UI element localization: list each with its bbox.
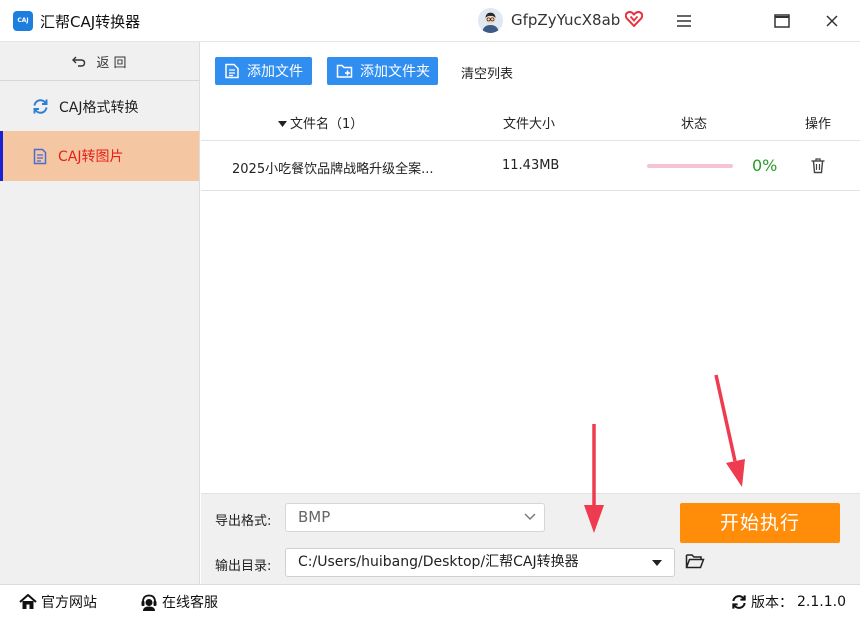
output-dir-select[interactable]: C:/Users/huibang/Desktop/汇帮CAJ转换器 (285, 548, 675, 577)
start-button[interactable]: 开始执行 (680, 503, 840, 543)
sidebar-item-label: CAJ转图片 (58, 149, 124, 165)
delete-icon[interactable] (810, 157, 826, 174)
app-title: 汇帮CAJ转换器 (40, 13, 141, 31)
table-row[interactable]: 2025小吃餐饮品牌战略升级全案... 11.43MB 0% (201, 141, 860, 191)
chevron-down-icon (524, 513, 536, 520)
export-format-value: BMP (298, 508, 331, 526)
back-icon (72, 56, 86, 67)
file-size-cell: 11.43MB (502, 158, 560, 173)
title-bar: CAJ 汇帮CAJ转换器 GfpZyYucX8ab (0, 0, 860, 42)
back-label: 返 回 (96, 55, 127, 71)
caret-down-icon (652, 560, 662, 566)
document-icon (33, 148, 47, 164)
add-file-button[interactable]: 添加文件 (215, 57, 312, 85)
progress-bar (647, 164, 733, 168)
add-folder-label: 添加文件夹 (360, 64, 430, 80)
column-header-size: 文件大小 (503, 117, 556, 132)
clear-list-button[interactable]: 清空列表 (461, 63, 513, 82)
customer-service-icon (141, 594, 157, 611)
app-logo: CAJ (13, 11, 33, 31)
add-folder-button[interactable]: 添加文件夹 (327, 57, 438, 85)
sidebar: 返 回 CAJ格式转换 CAJ转图片 (0, 42, 200, 584)
add-file-icon (225, 63, 239, 79)
arrow-to-start-button (714, 374, 737, 462)
settings-panel: 导出格式: BMP 输出目录: C:/Users/huibang/Desktop… (201, 493, 860, 584)
home-icon (19, 594, 37, 609)
version-label: 版本： (751, 595, 793, 611)
open-folder-icon[interactable] (685, 553, 705, 569)
refresh-icon (33, 99, 48, 114)
output-dir-label: 输出目录: (215, 559, 272, 574)
column-header-name[interactable]: 文件名（1） (278, 113, 363, 132)
menu-icon[interactable] (673, 10, 695, 32)
sort-down-icon (278, 121, 287, 127)
online-service-link[interactable]: 在线客服 (140, 592, 218, 612)
back-button[interactable]: 返 回 (0, 42, 199, 81)
progress-percent: 0% (752, 156, 778, 175)
add-file-label: 添加文件 (247, 64, 303, 80)
export-format-select[interactable]: BMP (285, 503, 545, 532)
sidebar-item-caj-format-convert[interactable]: CAJ格式转换 (0, 82, 199, 132)
username[interactable]: GfpZyYucX8ab (511, 11, 620, 29)
official-website-link[interactable]: 官方网站 (19, 592, 97, 612)
sidebar-item-caj-to-image[interactable]: CAJ转图片 (0, 131, 199, 181)
arrowhead-start-button (726, 459, 745, 487)
version-info[interactable]: 版本： 2.1.1.0 (731, 592, 846, 612)
export-format-label: 导出格式: (215, 514, 272, 529)
column-header-status: 状态 (681, 117, 708, 132)
add-folder-icon (336, 64, 353, 78)
refresh-icon (732, 595, 746, 609)
file-name-cell: 2025小吃餐饮品牌战略升级全案... (232, 162, 434, 177)
column-header-action: 操作 (805, 117, 832, 132)
close-icon[interactable] (821, 10, 843, 32)
version-value: 2.1.1.0 (797, 594, 846, 610)
user-avatar[interactable] (478, 8, 503, 33)
output-dir-value: C:/Users/huibang/Desktop/汇帮CAJ转换器 (298, 554, 579, 570)
vip-heart-icon[interactable] (624, 10, 644, 28)
sidebar-item-label: CAJ格式转换 (59, 99, 139, 116)
footer: 官方网站 在线客服 版本： 2.1.1.0 (0, 584, 860, 617)
file-table-header: 文件名（1） 文件大小 状态 操作 (201, 101, 860, 141)
maximize-icon[interactable] (771, 10, 793, 32)
